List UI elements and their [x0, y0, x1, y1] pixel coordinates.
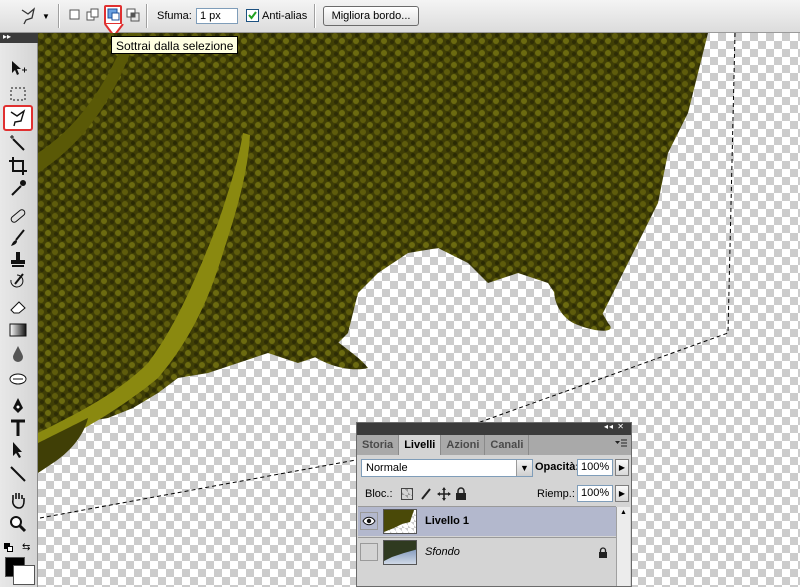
- type-tool[interactable]: [6, 417, 30, 439]
- panel-titlebar[interactable]: ◂◂ ✕: [357, 422, 631, 435]
- layer-name[interactable]: Sfondo: [425, 546, 460, 558]
- lasso-tool[interactable]: [3, 105, 33, 131]
- options-bar: ▼ Sfuma: 1 px Anti-alias Migliora bordo.…: [0, 0, 800, 38]
- layer-thumbnail: [383, 509, 417, 534]
- brush-tool[interactable]: [6, 227, 30, 249]
- pen-tool[interactable]: [6, 395, 30, 417]
- tool-preset-picker[interactable]: ▼: [14, 5, 54, 27]
- eye-icon: [362, 516, 376, 526]
- intersect-selection-icon: [126, 8, 140, 22]
- eyedropper-icon: [11, 180, 26, 196]
- checkmark-icon: [248, 11, 257, 20]
- opacity-slider-button[interactable]: ▶: [615, 459, 629, 476]
- lock-all-icon[interactable]: [455, 487, 467, 501]
- line-tool[interactable]: [6, 463, 30, 485]
- antialias-label: Anti-alias: [262, 10, 308, 22]
- layer-name[interactable]: Livello 1: [425, 515, 469, 527]
- lock-pixels-icon[interactable]: [419, 487, 433, 501]
- line-icon: [10, 466, 26, 482]
- layer-row-sfondo[interactable]: Sfondo: [358, 537, 616, 567]
- toolbox: ▸▸ ⇆: [0, 32, 38, 587]
- panel-menu-icon[interactable]: [615, 439, 627, 449]
- lock-transparent-icon[interactable]: [401, 488, 413, 500]
- eyedropper-tool[interactable]: [6, 177, 30, 199]
- fill-input[interactable]: 100%: [577, 485, 613, 502]
- eraser-tool[interactable]: [6, 295, 30, 317]
- tooltip: Sottrai dalla selezione: [111, 36, 239, 54]
- move-icon: [12, 61, 27, 75]
- layer-row-livello-1[interactable]: Livello 1: [358, 506, 616, 536]
- feather-label: Sfuma:: [157, 10, 192, 22]
- magic-wand-tool[interactable]: [6, 133, 30, 155]
- gradient-tool[interactable]: [6, 319, 30, 341]
- fill-slider-button[interactable]: ▶: [615, 485, 629, 502]
- panel-tabs: Storia Livelli Azioni Canali: [357, 435, 631, 455]
- new-selection-button[interactable]: [68, 8, 82, 22]
- new-selection-icon: [69, 9, 80, 20]
- layer-thumbnail: [383, 540, 417, 565]
- lock-icon: [599, 547, 607, 558]
- bandage-icon: [10, 209, 26, 223]
- tab-storia[interactable]: Storia: [357, 435, 400, 455]
- zoom-tool[interactable]: [6, 513, 30, 535]
- opacity-label: Opacità:: [535, 461, 580, 473]
- lock-label: Bloc.:: [365, 488, 393, 500]
- magic-wand-icon: [10, 135, 25, 151]
- arrow-icon: [13, 442, 22, 458]
- crop-icon: [9, 157, 27, 175]
- tab-livelli[interactable]: Livelli: [399, 435, 442, 455]
- healing-brush-tool[interactable]: [6, 205, 30, 227]
- subtract-selection-icon: [107, 8, 120, 21]
- marquee-icon: [10, 87, 26, 101]
- swap-colors-icon[interactable]: ⇆: [22, 542, 30, 553]
- sponge-icon: [9, 373, 27, 385]
- move-tool[interactable]: [6, 57, 30, 79]
- gradient-icon: [9, 323, 27, 337]
- background-color-swatch[interactable]: [13, 565, 35, 585]
- chevron-down-icon: ▼: [42, 11, 50, 21]
- layers-scrollbar[interactable]: ▲: [616, 507, 630, 586]
- layers-panel: ◂◂ ✕ Storia Livelli Azioni Canali Normal…: [356, 422, 632, 587]
- hand-tool[interactable]: [6, 489, 30, 511]
- blur-tool[interactable]: [6, 343, 30, 365]
- polygonal-lasso-icon: [10, 109, 26, 127]
- lock-position-icon[interactable]: [437, 487, 451, 501]
- tab-azioni[interactable]: Azioni: [441, 435, 486, 455]
- fill-label: Riemp.:: [537, 488, 575, 500]
- toolbox-grip[interactable]: ▸▸: [0, 32, 38, 43]
- add-to-selection-button[interactable]: [86, 8, 100, 22]
- opacity-input[interactable]: 100%: [577, 459, 613, 476]
- tab-canali[interactable]: Canali: [485, 435, 530, 455]
- brush-icon: [11, 229, 25, 246]
- feather-input[interactable]: 1 px: [196, 8, 238, 24]
- default-colors-icon[interactable]: [4, 543, 14, 553]
- visibility-toggle[interactable]: [360, 512, 378, 530]
- eraser-icon: [10, 301, 26, 314]
- blend-mode-value: Normale: [366, 462, 408, 474]
- lasso-icon: [21, 7, 36, 25]
- history-brush-icon: [10, 273, 24, 288]
- refine-edge-button[interactable]: Migliora bordo...: [323, 6, 419, 26]
- subtract-from-selection-button[interactable]: [104, 5, 122, 25]
- clone-stamp-tool[interactable]: [6, 249, 30, 271]
- intersect-selection-button[interactable]: [126, 8, 140, 22]
- blend-mode-select[interactable]: Normale ▼: [361, 459, 533, 477]
- stamp-icon: [11, 252, 25, 267]
- magnifier-icon: [10, 516, 27, 533]
- add-selection-icon: [86, 8, 99, 21]
- visibility-toggle[interactable]: [360, 543, 378, 561]
- pen-icon: [13, 398, 23, 413]
- type-icon: [11, 419, 25, 436]
- chevron-down-icon: ▼: [516, 460, 532, 476]
- history-brush-tool[interactable]: [6, 271, 30, 293]
- droplet-icon: [13, 346, 23, 362]
- crop-tool[interactable]: [6, 155, 30, 177]
- hand-icon: [12, 493, 25, 509]
- path-selection-tool[interactable]: [6, 439, 30, 461]
- dodge-tool[interactable]: [6, 367, 30, 389]
- antialias-checkbox[interactable]: [246, 9, 259, 22]
- marquee-tool[interactable]: [6, 83, 30, 105]
